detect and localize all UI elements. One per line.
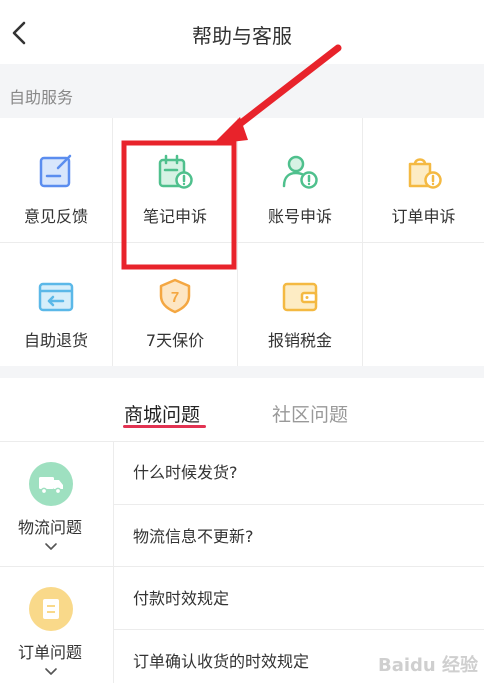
truck-icon bbox=[29, 462, 73, 506]
category-logistics-label: 物流问题 bbox=[17, 518, 82, 537]
self-return-button[interactable]: 自助退货 bbox=[0, 242, 112, 366]
price-protect-badge: 7 bbox=[171, 289, 179, 306]
feedback-icon bbox=[39, 154, 72, 188]
note-appeal-label: 笔记申诉 bbox=[142, 207, 207, 226]
return-box-icon bbox=[38, 282, 74, 312]
chevron-down-icon bbox=[45, 543, 57, 550]
section-divider bbox=[0, 366, 484, 378]
chevron-down-icon bbox=[45, 668, 57, 675]
category-logistics[interactable]: 物流问题 bbox=[0, 441, 113, 566]
account-appeal-icon bbox=[282, 155, 318, 189]
self-service-grid: 意见反馈 笔记申诉 账号申诉 订单申诉 自助退货 7 7天保价 报销税金 bbox=[0, 118, 484, 366]
faq-question[interactable]: 什么时候发货? bbox=[133, 459, 238, 483]
category-order[interactable]: 订单问题 bbox=[0, 566, 113, 683]
price-protect-button[interactable]: 7 7天保价 bbox=[113, 242, 237, 366]
tax-reimburse-button[interactable]: 报销税金 bbox=[238, 242, 362, 366]
faq-section: 物流问题 订单问题 什么时候发货? 物流信息不更新? 付款时效规定 订单确认收货… bbox=[0, 441, 484, 683]
feedback-label: 意见反馈 bbox=[23, 207, 88, 226]
faq-question[interactable]: 物流信息不更新? bbox=[133, 523, 254, 547]
account-appeal-label: 账号申诉 bbox=[267, 207, 332, 226]
order-doc-icon bbox=[29, 587, 73, 631]
tab-mall[interactable]: 商城问题 bbox=[124, 400, 200, 427]
faq-question[interactable]: 付款时效规定 bbox=[133, 585, 229, 609]
watermark: Baidu 经验 bbox=[377, 655, 478, 676]
tax-reimburse-label: 报销税金 bbox=[267, 331, 332, 350]
note-appeal-button[interactable]: 笔记申诉 bbox=[113, 118, 237, 242]
order-appeal-icon bbox=[408, 158, 442, 189]
page-title: 帮助与客服 bbox=[192, 24, 292, 48]
self-return-label: 自助退货 bbox=[23, 331, 88, 350]
category-order-label: 订单问题 bbox=[17, 643, 82, 662]
price-protect-label: 7天保价 bbox=[145, 331, 205, 350]
price-protect-shield-icon: 7 bbox=[159, 278, 191, 314]
tab-community[interactable]: 社区问题 bbox=[272, 400, 348, 427]
faq-tabs: 商城问题 社区问题 bbox=[0, 378, 484, 440]
note-appeal-icon bbox=[158, 154, 193, 189]
order-appeal-button[interactable]: 订单申诉 bbox=[363, 118, 484, 242]
wallet-icon bbox=[282, 282, 318, 312]
self-service-label: 自助服务 bbox=[9, 88, 74, 107]
account-appeal-button[interactable]: 账号申诉 bbox=[238, 118, 362, 242]
header: 帮助与客服 bbox=[0, 0, 484, 64]
active-tab-indicator bbox=[123, 425, 206, 428]
faq-question[interactable]: 订单确认收货的时效规定 bbox=[133, 648, 309, 672]
feedback-button[interactable]: 意见反馈 bbox=[0, 118, 112, 242]
order-appeal-label: 订单申诉 bbox=[391, 207, 456, 226]
